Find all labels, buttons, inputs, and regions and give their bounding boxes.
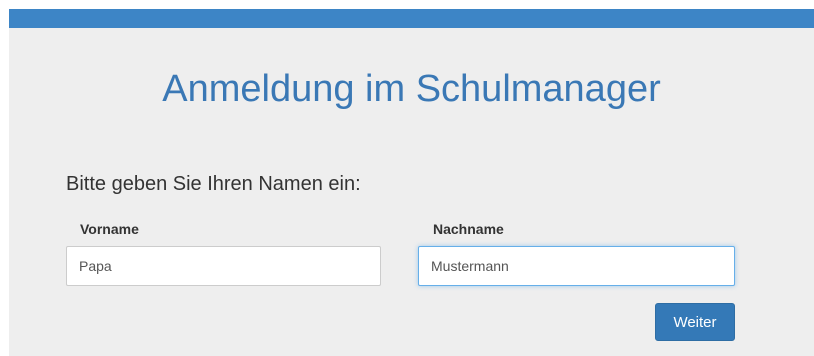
name-prompt: Bitte geben Sie Ihren Namen ein: (66, 173, 361, 195)
login-panel: Anmeldung im Schulmanager Bitte geben Si… (9, 28, 814, 356)
vorname-label: Vorname (80, 221, 139, 237)
vorname-input[interactable] (66, 246, 381, 286)
nachname-label: Nachname (433, 221, 504, 237)
page-title: Anmeldung im Schulmanager (162, 68, 661, 110)
weiter-button[interactable]: Weiter (655, 303, 735, 341)
nachname-input[interactable] (418, 246, 735, 286)
page: Anmeldung im Schulmanager Bitte geben Si… (0, 0, 814, 356)
top-bar (9, 9, 814, 28)
